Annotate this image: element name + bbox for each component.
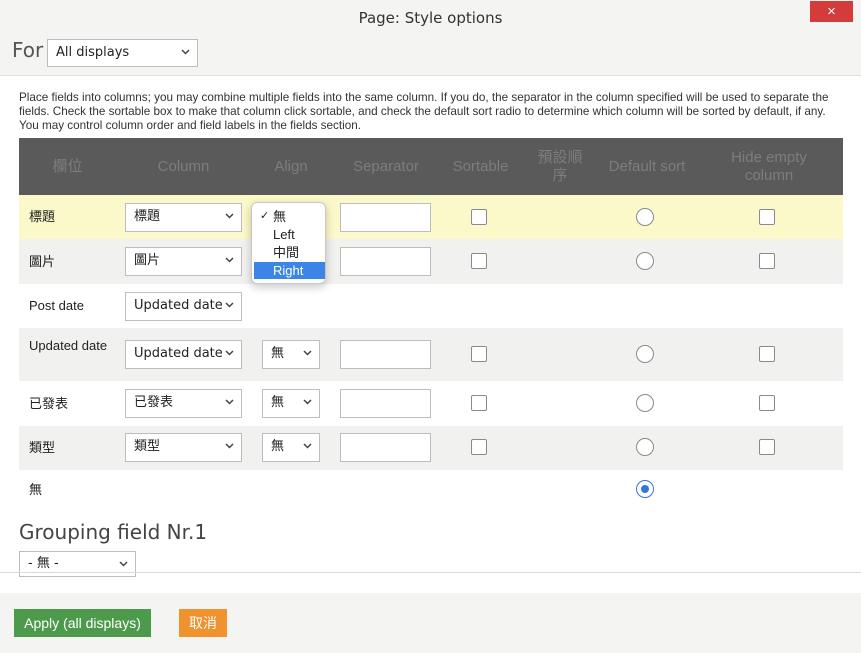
sortable-checkbox[interactable] xyxy=(471,253,487,269)
column-select-value: Updated date xyxy=(134,298,223,313)
chevron-down-icon xyxy=(225,434,234,449)
align-select-value: 無 xyxy=(271,439,285,454)
header-column: Column xyxy=(157,157,210,175)
chevron-down-icon xyxy=(303,434,312,449)
header-separator: Separator xyxy=(353,157,419,175)
separator-input[interactable] xyxy=(340,247,431,276)
separator-input[interactable] xyxy=(340,389,431,418)
hide-empty-checkbox[interactable] xyxy=(759,346,775,362)
column-select-value: 類型 xyxy=(134,439,161,454)
sortable-checkbox[interactable] xyxy=(471,439,487,455)
table-row: 已發表 已發表 無 xyxy=(19,381,843,426)
table-row: Post date Updated date xyxy=(19,284,843,328)
column-select[interactable]: Updated date xyxy=(125,292,242,321)
for-label: For xyxy=(12,38,44,62)
checkmark-icon: ✓ xyxy=(260,210,270,222)
header-default-order: 預設順序 xyxy=(537,148,583,184)
sortable-checkbox[interactable] xyxy=(471,346,487,362)
dialog-title: Page: Style options xyxy=(358,9,503,27)
grouping-select-value: - 無 - xyxy=(28,556,59,571)
grouping-select[interactable]: - 無 - xyxy=(19,551,136,577)
column-select[interactable]: 類型 xyxy=(125,433,242,462)
align-dropdown-menu: ✓ 無 Left 中間 Right xyxy=(251,202,326,284)
align-option[interactable]: Left xyxy=(254,226,325,243)
table-row: 類型 類型 無 xyxy=(19,426,843,470)
chevron-down-icon xyxy=(225,293,234,308)
display-select[interactable]: All displays xyxy=(47,39,198,67)
apply-button[interactable]: Apply (all displays) xyxy=(14,609,151,637)
column-select-value: 標題 xyxy=(134,209,161,224)
table-row: 標題 標題 xyxy=(19,195,843,239)
column-select-value: 圖片 xyxy=(134,253,161,268)
hide-empty-checkbox[interactable] xyxy=(759,395,775,411)
align-option[interactable]: 中間 xyxy=(254,244,325,261)
row-field-label: 無 xyxy=(29,482,43,497)
row-field-label: 標題 xyxy=(29,209,56,224)
column-select-value: 已發表 xyxy=(134,395,174,410)
separator-input[interactable] xyxy=(340,340,431,369)
row-field-label: Post date xyxy=(29,298,84,313)
header-align: Align xyxy=(274,157,308,175)
hide-empty-checkbox[interactable] xyxy=(759,253,775,269)
default-sort-radio[interactable] xyxy=(636,394,654,412)
align-select[interactable]: 無 xyxy=(262,389,320,418)
table-header: 欄位 Column Align Separator Sortable 預設順序 … xyxy=(19,138,843,195)
hide-empty-checkbox[interactable] xyxy=(759,439,775,455)
instructions-text: Place fields into columns; you may combi… xyxy=(19,91,829,132)
chevron-down-icon xyxy=(225,341,234,356)
close-button[interactable]: × xyxy=(810,1,853,22)
cancel-button[interactable]: 取消 xyxy=(179,609,227,637)
column-select-value: Updated date xyxy=(134,346,223,361)
chevron-down-icon xyxy=(225,204,234,219)
header-sortable: Sortable xyxy=(452,157,509,175)
separator-input[interactable] xyxy=(340,203,431,232)
row-field-label: 類型 xyxy=(29,440,56,455)
chevron-down-icon xyxy=(225,248,234,263)
chevron-down-icon xyxy=(303,390,312,405)
header-default-sort: Default sort xyxy=(608,157,686,175)
header-field: 欄位 xyxy=(52,157,83,175)
display-select-value: All displays xyxy=(56,45,130,60)
align-select[interactable]: 無 xyxy=(262,433,320,462)
chevron-down-icon xyxy=(181,40,190,55)
align-option-highlighted[interactable]: Right xyxy=(254,262,325,279)
divider xyxy=(0,572,861,573)
separator-input[interactable] xyxy=(340,433,431,462)
table-row: Updated date Updated date 無 xyxy=(19,328,843,381)
align-select[interactable]: 無 xyxy=(262,340,320,369)
hide-empty-checkbox[interactable] xyxy=(759,209,775,225)
align-select-value: 無 xyxy=(271,395,285,410)
column-select[interactable]: 已發表 xyxy=(125,389,242,418)
column-select[interactable]: 圖片 xyxy=(125,247,242,276)
align-select-value: 無 xyxy=(271,346,285,361)
chevron-down-icon xyxy=(119,552,128,567)
align-option[interactable]: ✓ 無 xyxy=(254,208,325,225)
default-sort-radio-none[interactable] xyxy=(636,480,654,498)
row-field-label: Updated date xyxy=(29,338,108,353)
table-row: 無 xyxy=(19,470,843,510)
chevron-down-icon xyxy=(225,390,234,405)
column-select[interactable]: Updated date xyxy=(125,340,242,369)
header-hide-empty: Hide empty column xyxy=(731,148,807,184)
chevron-down-icon xyxy=(303,341,312,356)
default-sort-radio[interactable] xyxy=(636,208,654,226)
row-field-label: 已發表 xyxy=(29,396,69,411)
default-sort-radio[interactable] xyxy=(636,252,654,270)
sortable-checkbox[interactable] xyxy=(471,209,487,225)
row-field-label: 圖片 xyxy=(29,254,56,269)
close-icon: × xyxy=(827,3,836,20)
default-sort-radio[interactable] xyxy=(636,345,654,363)
sortable-checkbox[interactable] xyxy=(471,395,487,411)
default-sort-radio[interactable] xyxy=(636,438,654,456)
grouping-title: Grouping field Nr.1 xyxy=(19,520,208,544)
column-select[interactable]: 標題 xyxy=(125,203,242,232)
table-row: 圖片 圖片 xyxy=(19,239,843,284)
